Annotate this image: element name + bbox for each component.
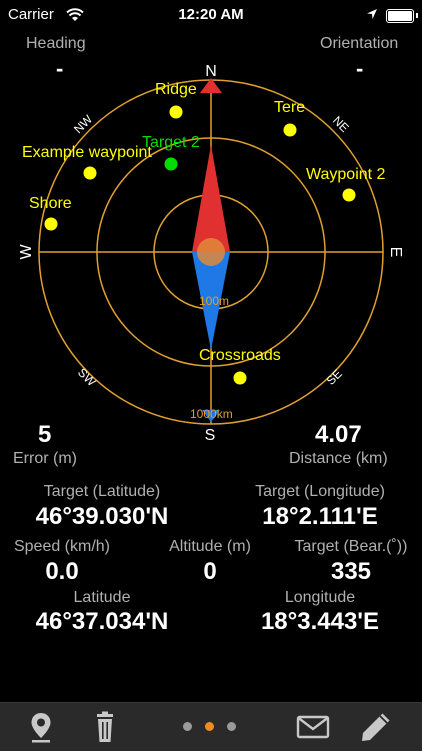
waypoint-label: Crossroads: [199, 347, 281, 364]
cardinal-w: W: [18, 244, 35, 260]
target-latitude-value: 46°39.030'N: [35, 503, 169, 530]
latitude-value: 46°37.034'N: [35, 608, 169, 635]
latitude-label: Latitude: [73, 589, 131, 606]
location-pin-icon[interactable]: [23, 709, 59, 745]
waypoint-shore[interactable]: Shore: [29, 195, 72, 231]
bottom-toolbar: [0, 702, 422, 751]
speed-value: 0.0: [45, 558, 79, 585]
cardinal-s: S: [205, 427, 216, 440]
ring-inner-label: 100m: [199, 294, 229, 308]
error-value: 5: [38, 421, 52, 448]
page-dot[interactable]: [183, 722, 192, 731]
distance-value: 4.07: [315, 421, 362, 448]
intercardinal-nw: NW: [71, 112, 96, 137]
page-indicator[interactable]: [181, 722, 241, 732]
target-longitude-value: 18°2.111'E: [262, 503, 378, 530]
trash-icon[interactable]: [87, 709, 123, 745]
mail-icon[interactable]: [295, 709, 331, 745]
waypoint-label: Waypoint 2: [306, 166, 386, 183]
target-latitude-label: Target (Latitude): [43, 483, 161, 500]
compass-radar[interactable]: N S W E NW NE SW SE 100m 1000km Ridge Te…: [0, 0, 422, 440]
page-dot-active[interactable]: [205, 722, 214, 731]
bearing-value: 335: [330, 558, 372, 585]
pencil-icon[interactable]: [358, 709, 394, 745]
intercardinal-sw: SW: [75, 365, 99, 389]
altitude-value: 0: [203, 558, 217, 585]
error-label: Error (m): [13, 450, 77, 467]
waypoint-label: Ridge: [155, 81, 197, 98]
cardinal-n: N: [205, 63, 217, 80]
longitude-label: Longitude: [284, 589, 356, 606]
distance-label: Distance (km): [289, 450, 388, 467]
needle-north: [192, 145, 230, 252]
altitude-label: Altitude (m): [169, 538, 251, 555]
compass-center-hub: [197, 238, 225, 266]
waypoint-ridge[interactable]: Ridge: [155, 81, 197, 119]
cardinal-e: E: [387, 247, 404, 258]
target-longitude-label: Target (Longitude): [255, 483, 385, 500]
ring-outer-label: 1000km: [190, 407, 233, 421]
waypoint-label: Tere: [274, 99, 305, 116]
waypoint-example[interactable]: Example waypoint: [22, 144, 152, 180]
waypoint-label: Shore: [29, 195, 72, 212]
waypoint-label: Example waypoint: [22, 144, 152, 161]
intercardinal-se: SE: [324, 367, 345, 388]
longitude-value: 18°3.443'E: [260, 608, 380, 635]
waypoint-tere[interactable]: Tere: [274, 99, 305, 137]
bearing-label: Target (Bear.(˚)): [294, 538, 408, 555]
speed-label: Speed (km/h): [13, 538, 111, 555]
page-dot[interactable]: [227, 722, 236, 731]
